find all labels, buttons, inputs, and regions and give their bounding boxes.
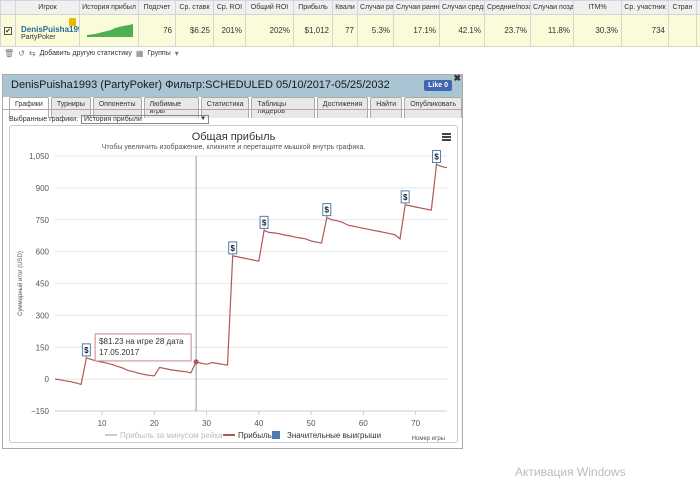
cell-total-roi: 202% — [245, 14, 294, 47]
tooltip-line-2: 17.05.2017 — [99, 348, 140, 357]
column-header[interactable]: Квали — [332, 0, 358, 15]
column-header[interactable]: Случаи средн — [439, 0, 485, 15]
column-header[interactable]: Ср. ставк — [175, 0, 214, 15]
stats-table: Игрок История прибыл Подсчет Ср. ставк С… — [0, 0, 700, 47]
cell-c5: 11.8% — [530, 14, 574, 47]
flag-label: $ — [84, 346, 89, 355]
flag-label: $ — [325, 206, 330, 215]
chart-select-value: История прибыли — [84, 116, 142, 123]
column-header[interactable]: Средние/поза — [484, 0, 531, 15]
y-tick-label: 1,050 — [29, 152, 50, 161]
player-site: PartyPoker — [21, 33, 56, 41]
y-tick-label: 450 — [36, 280, 50, 289]
row-checkbox[interactable]: ✔ — [4, 27, 12, 35]
x-tick-label: 30 — [202, 419, 211, 428]
column-header[interactable]: Случаи позд — [530, 0, 574, 15]
cell-country — [668, 14, 697, 47]
tab-leaderboards[interactable]: Таблицы лидеров — [251, 97, 315, 118]
tab-achievements[interactable]: Достижения — [316, 97, 369, 118]
tab-find[interactable]: Найти — [370, 97, 403, 118]
cell-avg-stake: $6.25 — [175, 14, 214, 47]
column-header[interactable]: Ср. ROI — [213, 0, 246, 15]
column-header[interactable]: Случаи ра — [357, 0, 394, 15]
x-tick-label: 10 — [98, 419, 107, 428]
cell-quali: 77 — [332, 14, 358, 47]
cell-more[interactable]: y — [696, 14, 700, 47]
table-toolbar: 🗑 ↺ ⇆ Добавить другую статистику ▦ Групп… — [0, 47, 700, 59]
x-axis-title: Номер игры — [412, 436, 445, 442]
column-header[interactable] — [696, 0, 700, 15]
x-tick-label: 50 — [307, 419, 316, 428]
cell-c3: 42.1% — [439, 14, 485, 47]
flag-label: $ — [262, 218, 267, 227]
crown-icon — [69, 18, 76, 26]
column-header[interactable]: Случаи ранне — [393, 0, 440, 15]
column-header[interactable]: Общий ROI — [245, 0, 294, 15]
y-tick-label: 750 — [36, 216, 50, 225]
column-header[interactable]: История прибыл — [79, 0, 139, 15]
tabs-divider — [3, 109, 462, 110]
y-tick-label: 150 — [36, 343, 50, 352]
flag-label: $ — [403, 193, 408, 202]
profit-chart[interactable]: −150 0 150 300 450 600 750 900 1,050 10 20 30 40 50 60… — [10, 126, 459, 444]
panel-title: DenisPuisha1993 (PartyPoker) Фильтр:SCHE… — [3, 75, 462, 97]
player-name-link[interactable]: DenisPuisha1993 — [21, 25, 79, 34]
y-tick-label: 300 — [36, 311, 50, 320]
x-tick-label: 40 — [254, 419, 263, 428]
cell-profit: $1,012 — [293, 14, 333, 47]
profit-sparkline — [87, 23, 133, 37]
flag-label: $ — [434, 153, 439, 162]
legend-item: Прибыль — [238, 431, 272, 440]
cell-avg-roi: 201% — [213, 14, 246, 47]
cell-avg-entrants: 734 — [621, 14, 669, 47]
groups-menu[interactable]: Группы — [147, 50, 170, 57]
column-header[interactable]: Игрок — [15, 0, 80, 15]
refresh-icon[interactable]: ↺ — [18, 49, 25, 58]
y-tick-label: 600 — [36, 248, 50, 257]
column-header[interactable]: ITM% — [573, 0, 622, 15]
chart-selector-label: Выбранные графики: — [9, 116, 79, 123]
column-header[interactable]: Ср. участник — [621, 0, 669, 15]
windows-activation-watermark: Активация Windows — [515, 465, 626, 479]
tab-publish[interactable]: Опубликовать — [404, 97, 462, 118]
legend-item: Прибыль за минусом рейка — [120, 431, 223, 440]
add-stats-icon[interactable]: ⇆ — [29, 49, 36, 58]
column-header[interactable] — [0, 0, 16, 15]
y-tick-label: 900 — [36, 184, 50, 193]
player-panel: DenisPuisha1993 (PartyPoker) Фильтр:SCHE… — [2, 73, 463, 449]
legend-swatch — [272, 431, 280, 439]
table-row[interactable]: ✔ DenisPuisha1993 PartyPoker 76 $6.25 20… — [0, 14, 700, 47]
hover-point — [193, 359, 199, 365]
trash-icon[interactable]: 🗑 — [4, 49, 14, 58]
cell-c2: 17.1% — [393, 14, 440, 47]
chart-selector-row: Выбранные графики: История прибыли ▼ — [9, 115, 210, 124]
flag-label: $ — [230, 244, 235, 253]
column-header[interactable]: Стран — [668, 0, 697, 15]
x-tick-label: 60 — [359, 419, 368, 428]
profit-sparkline-cell — [79, 14, 139, 47]
add-stats-link[interactable]: Добавить другую статистику — [40, 50, 132, 57]
chart-container[interactable]: Общая прибыль Чтобы увеличить изображени… — [9, 125, 458, 443]
tooltip-line-1: $81.23 на игре 28 дата — [99, 337, 184, 346]
cell-c1: 5.3% — [357, 14, 394, 47]
groups-icon[interactable]: ▦ — [136, 49, 144, 58]
legend-item: Значительные выигрыши — [287, 431, 381, 440]
cell-itm: 30.3% — [573, 14, 622, 47]
table-header-row: Игрок История прибыл Подсчет Ср. ставк С… — [0, 0, 700, 15]
close-icon[interactable]: ✖ — [453, 73, 461, 84]
y-tick-label: 0 — [45, 375, 50, 384]
column-header[interactable]: Прибыль — [293, 0, 333, 15]
chart-select[interactable]: История прибыли ▼ — [81, 115, 210, 124]
x-tick-label: 20 — [150, 419, 159, 428]
facebook-like-button[interactable]: Like 0 — [424, 80, 452, 91]
dropdown-arrow-icon: ▼ — [200, 116, 207, 122]
chevron-down-icon[interactable]: ▾ — [175, 49, 179, 58]
x-tick-label: 70 — [411, 419, 420, 428]
y-axis-title: Суммарный итог (USD) — [17, 251, 24, 316]
cell-count: 76 — [138, 14, 176, 47]
column-header[interactable]: Подсчет — [138, 0, 176, 15]
cell-c4: 23.7% — [484, 14, 531, 47]
row-checkbox-cell[interactable]: ✔ — [0, 14, 16, 47]
y-tick-label: −150 — [31, 407, 50, 416]
